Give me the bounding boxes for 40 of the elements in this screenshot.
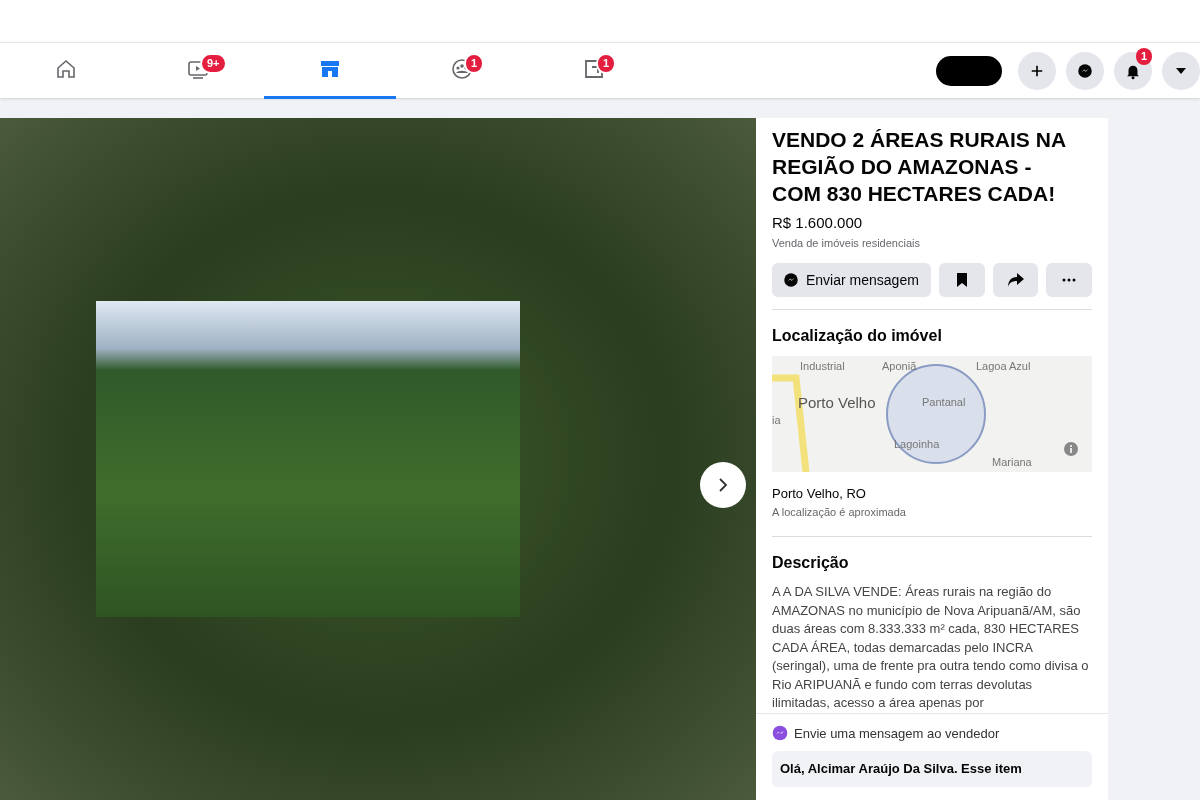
- share-button[interactable]: [992, 263, 1039, 297]
- send-message-button[interactable]: Enviar mensagem: [772, 263, 931, 297]
- message-input-field[interactable]: Olá, Alcimar Araújo Da Silva. Esse item: [772, 751, 1092, 787]
- toolbar-button[interactable]: [1018, 51, 1056, 90]
- map-label: Pantanal: [922, 395, 966, 410]
- messenger-icon: [1076, 61, 1094, 80]
- nav-tab[interactable]: 9+: [132, 42, 264, 99]
- next-button[interactable]: [700, 462, 746, 508]
- message-label: Envie uma mensagem ao vendedor: [794, 724, 1000, 743]
- info-icon: [1064, 442, 1078, 456]
- nav-tab[interactable]: 1: [528, 42, 660, 99]
- more-icon: [1062, 278, 1077, 282]
- nav-tab[interactable]: 1: [396, 42, 528, 99]
- section-heading: Localização do imóvel: [772, 326, 943, 346]
- share-icon: [1006, 272, 1025, 288]
- listing-title: VENDO 2 ÁREAS RURAIS NA REGIÃO DO AMAZONAS - COM 830 HECTARES CADA!: [772, 127, 1067, 207]
- map-label: Mariana: [992, 455, 1032, 470]
- map-label: Industrial: [800, 359, 845, 374]
- map-label: Lagoa Azul: [976, 359, 1031, 374]
- city: Porto Velho, RO: [772, 485, 867, 503]
- notification-badge: 9+: [200, 53, 227, 74]
- location-note: A localização é aproximada: [772, 504, 907, 520]
- map-label: ia: [772, 413, 781, 428]
- home-icon: [54, 57, 78, 81]
- section-heading: Descrição: [772, 553, 850, 573]
- messenger-icon: [772, 725, 788, 742]
- map-label: Aponiã: [882, 359, 917, 374]
- price: R$ 1.600.000: [772, 213, 864, 233]
- toolbar-button[interactable]: [1066, 51, 1104, 90]
- category: Venda de imóveis residenciais: [772, 235, 921, 251]
- save-button[interactable]: [939, 263, 985, 297]
- notification-badge: 1: [1135, 47, 1152, 65]
- messenger-icon: [782, 271, 800, 289]
- bookmark-icon: [955, 272, 968, 288]
- avatar[interactable]: [936, 55, 1002, 86]
- description-text: A A DA SILVA VENDE: Áreas rurais na região do AMAZONAS no município de Nova Aripuanã/AM, são duas áreas com 8.333.333 m² cada, 830 HECTARES CADA ÁREA, todas demarcadas pelo INCRA (seringal), uma de frente pra outra tendo como divisa o Rio ARIPUANÃ e fundo com terras devolutas ilimitadas, acesso a área apenas por: [772, 583, 1090, 712]
- notification-badge: 1: [596, 53, 617, 74]
- notification-badge: 1: [464, 53, 485, 74]
- toolbar-button[interactable]: 1: [1114, 51, 1152, 90]
- caret-icon: [1176, 67, 1186, 74]
